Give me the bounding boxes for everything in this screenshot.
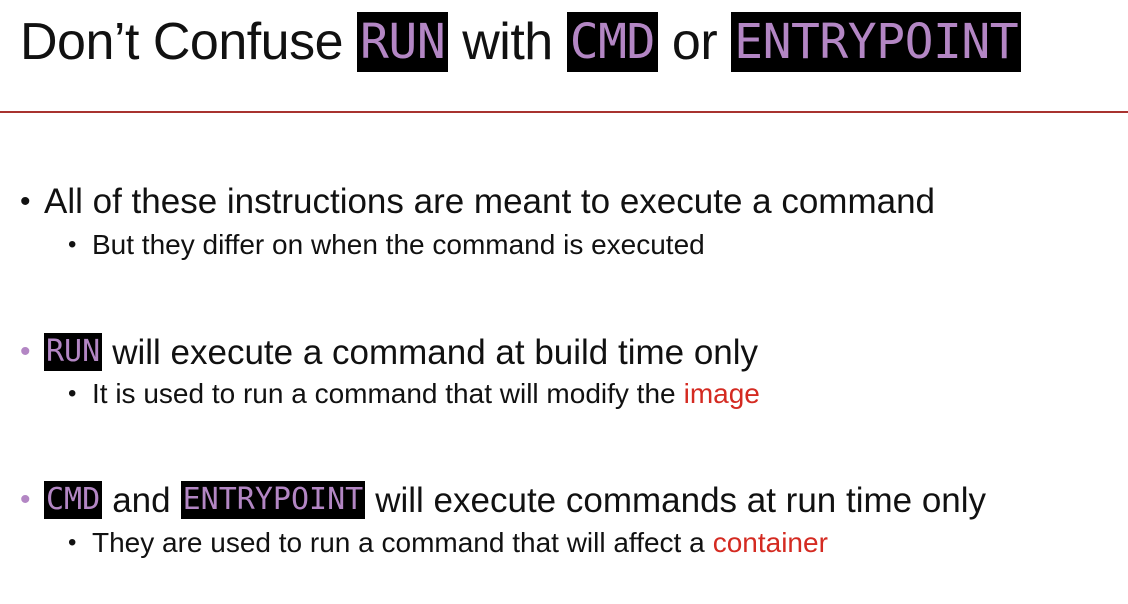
bullet-dot: • (20, 483, 31, 516)
bullet-3-sub-accent-container: container (712, 527, 828, 558)
bullet-2-sub: • It is used to run a command that will … (68, 380, 760, 408)
bullet-1: • All of these instructions are meant to… (20, 184, 935, 219)
bullet-3-code-cmd: CMD (44, 481, 103, 519)
bullet-3-sub: • They are used to run a command that wi… (68, 529, 828, 557)
bullet-2-sub-text: It is used to run a command that will mo… (92, 378, 676, 409)
bullet-2: • RUN will execute a command at build ti… (20, 333, 758, 371)
title-divider (0, 111, 1128, 113)
slide-title: Don’t Confuse RUN with CMD or ENTRYPOINT (20, 4, 1022, 80)
bullet-3-code-entrypoint: ENTRYPOINT (180, 481, 366, 519)
bullet-3: • CMD and ENTRYPOINT will execute comman… (20, 481, 986, 519)
title-text-part1: Don’t Confuse (20, 13, 344, 71)
bullet-3-sub-text: They are used to run a command that will… (92, 527, 705, 558)
bullet-dot: • (20, 184, 31, 218)
title-code-run: RUN (357, 12, 449, 72)
title-code-entrypoint: ENTRYPOINT (731, 12, 1022, 72)
title-text-part2: with (462, 13, 553, 71)
bullet-3-text: will execute commands at run time only (375, 480, 987, 520)
sub-bullet-dot: • (68, 529, 77, 556)
title-code-cmd: CMD (566, 12, 658, 72)
bullet-2-code-run: RUN (44, 333, 103, 371)
sub-bullet-dot: • (68, 380, 77, 407)
bullet-3-mid-text: and (112, 480, 171, 520)
title-text-part3: or (671, 13, 718, 71)
sub-bullet-dot: • (68, 231, 77, 258)
bullet-dot: • (20, 335, 31, 368)
bullet-2-text: will execute a command at build time onl… (112, 332, 759, 372)
slide: Don’t Confuse RUN with CMD or ENTRYPOINT… (0, 0, 1128, 604)
bullet-1-sub: • But they differ on when the command is… (68, 231, 705, 259)
bullet-2-sub-accent-image: image (683, 378, 760, 409)
bullet-1-text: All of these instructions are meant to e… (44, 182, 936, 221)
bullet-1-sub-text: But they differ on when the command is e… (92, 229, 705, 260)
